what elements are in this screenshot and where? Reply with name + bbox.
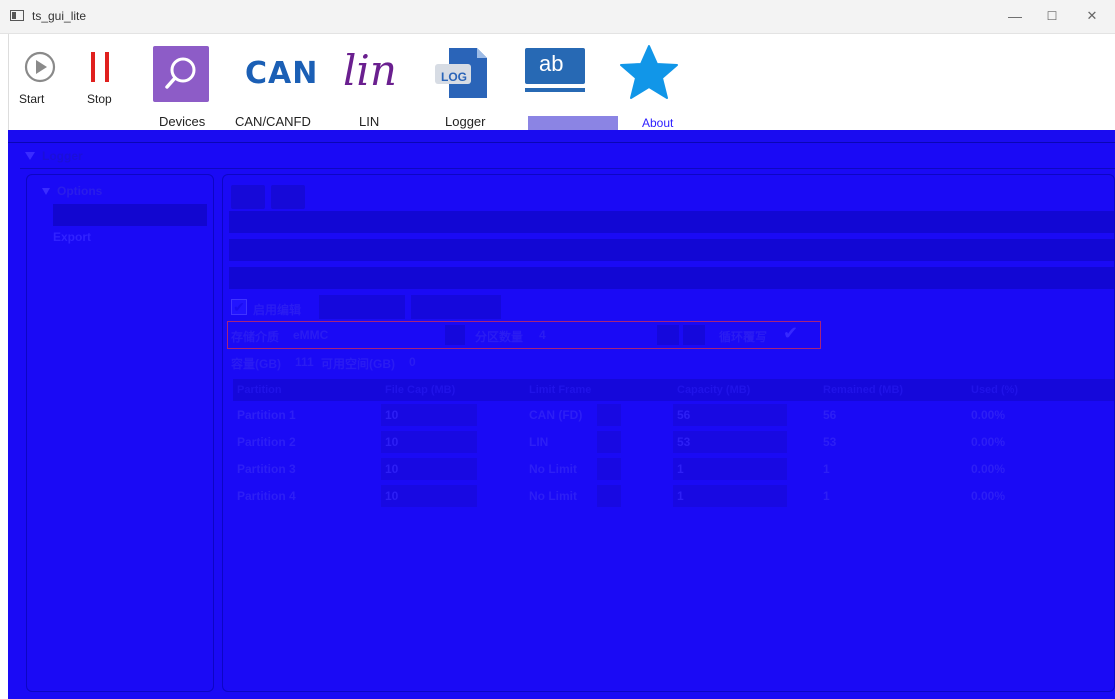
can-canfd-button[interactable]: CAN CAN/CANFD bbox=[231, 42, 319, 130]
about-label: About bbox=[642, 116, 674, 130]
logger-header-title: Logger bbox=[42, 149, 83, 163]
col-header-file-cap: File Cap (MB) bbox=[385, 384, 456, 396]
capacity-input[interactable]: 56 bbox=[673, 404, 787, 426]
partition-name: Partition 3 bbox=[237, 462, 296, 476]
limit-frame-dropdown-arrow[interactable] bbox=[597, 404, 621, 426]
partition-name: Partition 2 bbox=[237, 435, 296, 449]
options-selected-item[interactable] bbox=[53, 204, 207, 226]
options-expand-icon bbox=[42, 188, 50, 195]
app-icon bbox=[10, 10, 24, 21]
logger-panel-area: About Logger Options Export ✔ 启用编辑 存储介质 … bbox=[8, 116, 1115, 699]
ab-logo-text: ab bbox=[539, 51, 564, 76]
file-cap-input[interactable]: 10 bbox=[381, 404, 477, 426]
remained-value: 1 bbox=[823, 462, 830, 476]
close-button[interactable]: ✕ bbox=[1082, 6, 1102, 26]
partition-count-input[interactable]: 4 bbox=[539, 328, 546, 342]
play-icon bbox=[24, 51, 56, 83]
window-title: ts_gui_lite bbox=[32, 9, 87, 23]
export-tree-item[interactable]: Export bbox=[53, 230, 91, 244]
col-header-capacity: Capacity (MB) bbox=[677, 384, 751, 396]
remained-value: 53 bbox=[823, 435, 837, 449]
toolbar-button-1[interactable] bbox=[231, 185, 265, 209]
limit-frame-dropdown-arrow[interactable] bbox=[597, 458, 621, 480]
maximize-button[interactable]: ☐ bbox=[1042, 6, 1062, 26]
devices-label: Devices bbox=[159, 114, 206, 129]
logger-settings-panel: ✔ 启用编辑 存储介质 eMMC 分区数量 4 循环覆写 ✔ 容量(GB) 11… bbox=[222, 174, 1115, 692]
limit-frame-select[interactable]: CAN (FD) bbox=[529, 404, 582, 426]
logger-section-header[interactable]: Logger bbox=[20, 146, 1115, 169]
remained-value: 56 bbox=[823, 408, 837, 422]
start-label: Start bbox=[19, 92, 45, 106]
partition-increment-button[interactable] bbox=[683, 325, 705, 345]
table-row: Partition 2 10 LIN 53 53 0.00% bbox=[233, 428, 1114, 455]
can-logo-icon: CAN bbox=[245, 56, 319, 91]
apply-button[interactable] bbox=[319, 295, 405, 319]
capacity-input[interactable]: 1 bbox=[673, 458, 787, 480]
enable-edit-label: 启用编辑 bbox=[253, 303, 302, 317]
devices-button[interactable]: Devices bbox=[153, 42, 213, 130]
file-cap-input[interactable]: 10 bbox=[381, 431, 477, 453]
toolbar-bottom-strip bbox=[8, 130, 1115, 143]
capacity-input[interactable]: 1 bbox=[673, 485, 787, 507]
capacity-label: 容量(GB) bbox=[231, 357, 281, 371]
limit-frame-select[interactable]: No Limit bbox=[529, 485, 577, 507]
storage-medium-label: 存储介质 bbox=[231, 330, 280, 344]
enable-edit-checkbox[interactable]: ✔ bbox=[231, 299, 247, 315]
partition-name: Partition 4 bbox=[237, 489, 296, 503]
col-header-remained: Remained (MB) bbox=[823, 384, 904, 396]
lin-logo-icon: lin bbox=[343, 46, 397, 95]
col-header-used: Used (%) bbox=[971, 384, 1019, 396]
limit-frame-dropdown-arrow[interactable] bbox=[597, 431, 621, 453]
ab-label-garbled bbox=[528, 116, 618, 130]
lin-label: LIN bbox=[359, 114, 380, 129]
capacity-input[interactable]: 53 bbox=[673, 431, 787, 453]
pause-icon bbox=[91, 52, 109, 82]
limit-frame-select[interactable]: LIN bbox=[529, 431, 548, 453]
file-cap-input[interactable]: 10 bbox=[381, 458, 477, 480]
loop-overwrite-label: 循环覆写 bbox=[719, 330, 768, 344]
collapse-arrow-icon bbox=[25, 152, 35, 160]
window-titlebar: ts_gui_lite — ☐ ✕ bbox=[0, 0, 1115, 34]
start-button[interactable]: Start bbox=[15, 50, 65, 120]
used-value: 0.00% bbox=[971, 462, 1006, 476]
storage-medium-select[interactable]: eMMC bbox=[293, 328, 328, 342]
partition-name: Partition 1 bbox=[237, 408, 296, 422]
options-nav-panel: Options Export bbox=[26, 174, 214, 692]
devices-search-icon bbox=[153, 46, 209, 102]
info-band-1 bbox=[229, 211, 1114, 233]
lin-button[interactable]: lin LIN bbox=[341, 42, 411, 130]
limit-frame-dropdown-arrow[interactable] bbox=[597, 485, 621, 507]
can-canfd-label: CAN/CANFD bbox=[235, 114, 311, 129]
limit-frame-select[interactable]: No Limit bbox=[529, 458, 577, 480]
info-band-3 bbox=[229, 267, 1114, 289]
stop-label: Stop bbox=[87, 92, 112, 106]
minimize-button[interactable]: — bbox=[1005, 6, 1025, 26]
used-value: 0.00% bbox=[971, 489, 1006, 503]
table-row: Partition 3 10 No Limit 1 1 0.00% bbox=[233, 455, 1114, 482]
logger-label: Logger bbox=[445, 114, 486, 129]
col-header-partition: Partition bbox=[237, 384, 282, 396]
toolbar-button-2[interactable] bbox=[271, 185, 305, 209]
stop-button[interactable]: Stop bbox=[81, 50, 121, 120]
info-band-2 bbox=[229, 239, 1114, 261]
file-cap-input[interactable]: 10 bbox=[381, 485, 477, 507]
available-space-label: 可用空间(GB) bbox=[321, 357, 395, 371]
loop-overwrite-checkbox[interactable]: ✔ bbox=[783, 323, 798, 344]
partition-decrement-button[interactable] bbox=[657, 325, 679, 345]
log-logo-text: LOG bbox=[441, 70, 467, 84]
table-row: Partition 4 10 No Limit 1 1 0.00% bbox=[233, 482, 1114, 509]
used-value: 0.00% bbox=[971, 435, 1006, 449]
used-value: 0.00% bbox=[971, 408, 1006, 422]
star-icon bbox=[620, 45, 678, 99]
remained-value: 1 bbox=[823, 489, 830, 503]
partition-count-label: 分区数量 bbox=[475, 330, 524, 344]
col-header-limit-frame: Limit Frame bbox=[529, 384, 592, 396]
options-tree-item[interactable]: Options bbox=[57, 184, 102, 198]
available-space-value: 0 bbox=[409, 355, 416, 369]
table-row: Partition 1 10 CAN (FD) 56 56 0.00% bbox=[233, 401, 1114, 428]
capacity-value: 111 bbox=[295, 355, 314, 369]
logger-button[interactable]: LOG Logger bbox=[433, 42, 497, 130]
storage-dropdown-arrow[interactable] bbox=[445, 325, 465, 345]
read-button[interactable] bbox=[411, 295, 501, 319]
